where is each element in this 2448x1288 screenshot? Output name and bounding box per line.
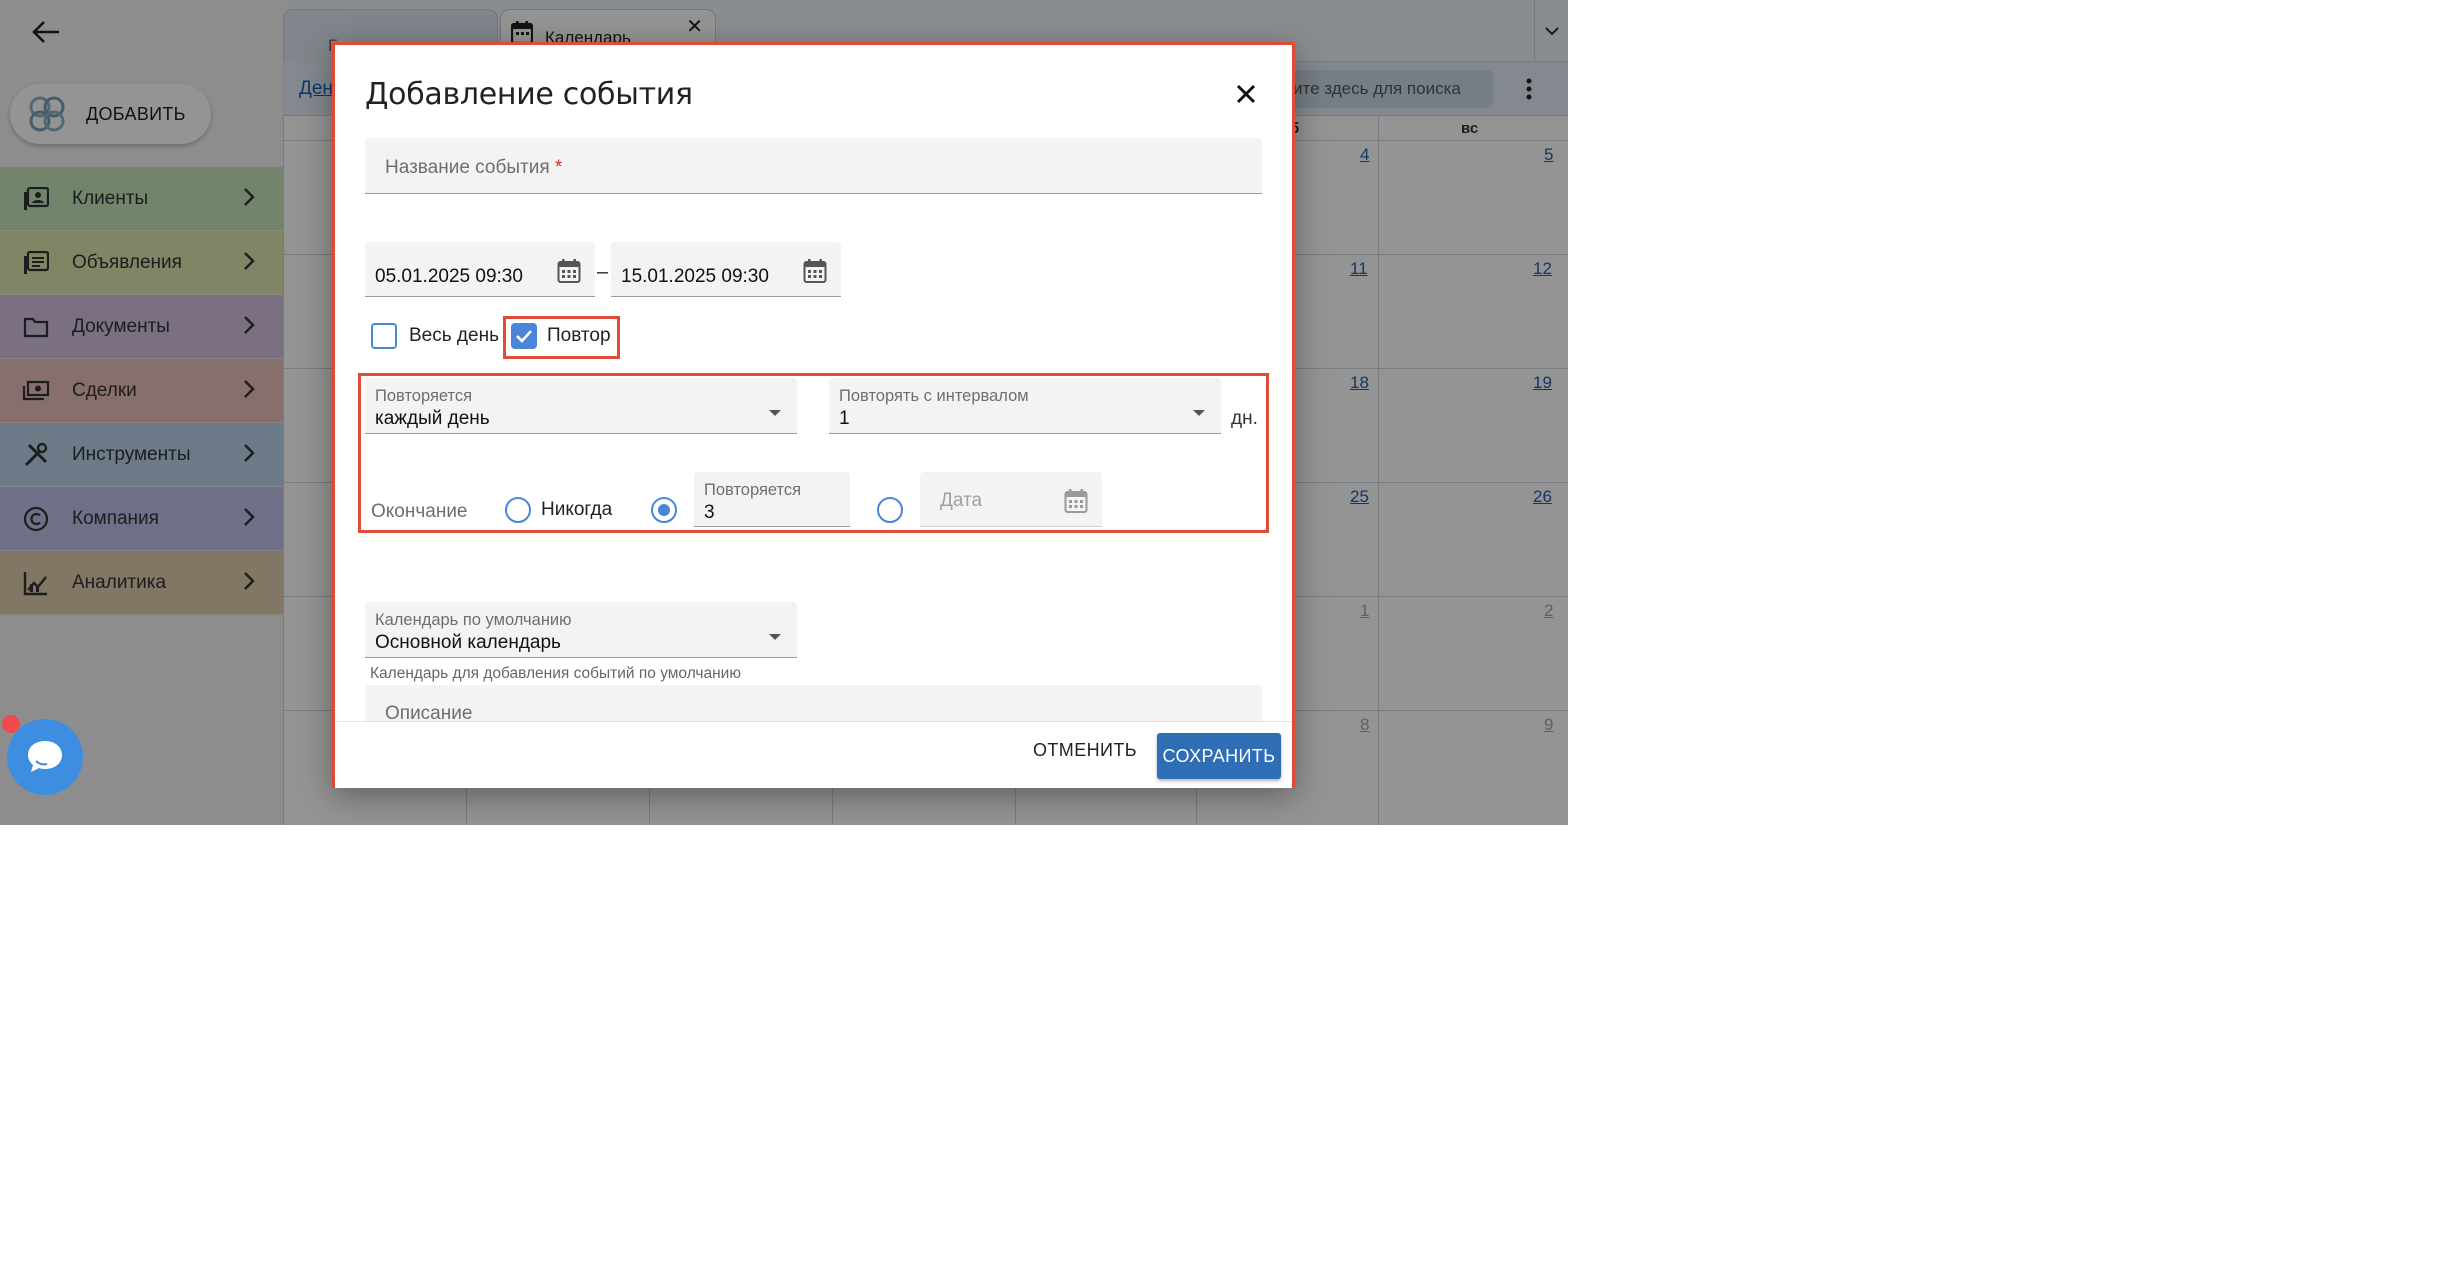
event-name-label: Название события (385, 157, 550, 178)
repeat-frequency-label: Повторяется (375, 387, 473, 405)
repeat-interval-label: Повторять с интервалом (839, 387, 1029, 405)
repeat-frequency-select[interactable]: Повторяется каждый день (365, 378, 797, 434)
add-event-dialog: Добавление события Название события * 05… (332, 42, 1295, 788)
chat-bubble-icon (28, 741, 62, 772)
default-calendar-helper-text: Календарь для добавления событий по умол… (370, 665, 741, 682)
ending-date-placeholder: Дата (940, 490, 983, 511)
end-datetime-field[interactable]: 15.01.2025 09:30 (611, 242, 841, 297)
interval-unit-label: дн. (1231, 408, 1258, 429)
chat-button[interactable] (7, 719, 83, 795)
start-datetime-field[interactable]: 05.01.2025 09:30 (365, 242, 595, 297)
default-calendar-value: Основной календарь (375, 632, 561, 653)
dialog-title: Добавление события (365, 77, 693, 112)
checkmark-icon (516, 330, 532, 343)
repeat-count-value: 3 (704, 502, 715, 523)
ending-after-count-radio[interactable] (651, 497, 677, 523)
default-calendar-select[interactable]: Календарь по умолчанию Основной календар… (365, 602, 797, 658)
dialog-footer: ОТМЕНИТЬ СОХРАНИТЬ (335, 721, 1292, 788)
ending-never-radio[interactable] (505, 497, 531, 523)
required-mark: * (554, 157, 563, 178)
calendar-icon[interactable] (803, 258, 827, 284)
ending-never-label: Никогда (541, 499, 613, 520)
all-day-checkbox[interactable] (371, 323, 397, 349)
ending-on-date-radio[interactable] (877, 497, 903, 523)
repeat-checkbox-row[interactable]: Повтор (511, 323, 611, 349)
close-dialog-button[interactable] (1231, 79, 1261, 109)
ending-date-field[interactable]: Дата (920, 472, 1102, 527)
cancel-button[interactable]: ОТМЕНИТЬ (1033, 740, 1137, 761)
calendar-icon[interactable] (1064, 488, 1088, 514)
repeat-count-field[interactable]: Повторяется 3 (694, 472, 850, 527)
dropdown-arrow-icon (769, 634, 781, 640)
repeat-interval-value: 1 (839, 408, 850, 429)
calendar-icon[interactable] (557, 258, 581, 284)
default-calendar-label: Календарь по умолчанию (375, 611, 572, 629)
date-range-separator: – (597, 261, 609, 283)
repeat-interval-select[interactable]: Повторять с интервалом 1 (829, 378, 1221, 434)
all-day-checkbox-row[interactable]: Весь день (371, 323, 499, 349)
save-button[interactable]: СОХРАНИТЬ (1157, 733, 1281, 779)
ending-label: Окончание (371, 501, 468, 522)
end-datetime-value: 15.01.2025 09:30 (621, 266, 769, 287)
repeat-frequency-value: каждый день (375, 408, 490, 429)
close-icon (1236, 84, 1256, 104)
event-name-field[interactable]: Название события * (365, 138, 1262, 194)
repeat-label: Повтор (547, 325, 611, 346)
dropdown-arrow-icon (1193, 410, 1205, 416)
repeat-count-label: Повторяется (704, 481, 802, 499)
all-day-label: Весь день (409, 325, 499, 346)
repeat-checkbox[interactable] (511, 323, 537, 349)
start-datetime-value: 05.01.2025 09:30 (375, 266, 523, 287)
dropdown-arrow-icon (769, 410, 781, 416)
